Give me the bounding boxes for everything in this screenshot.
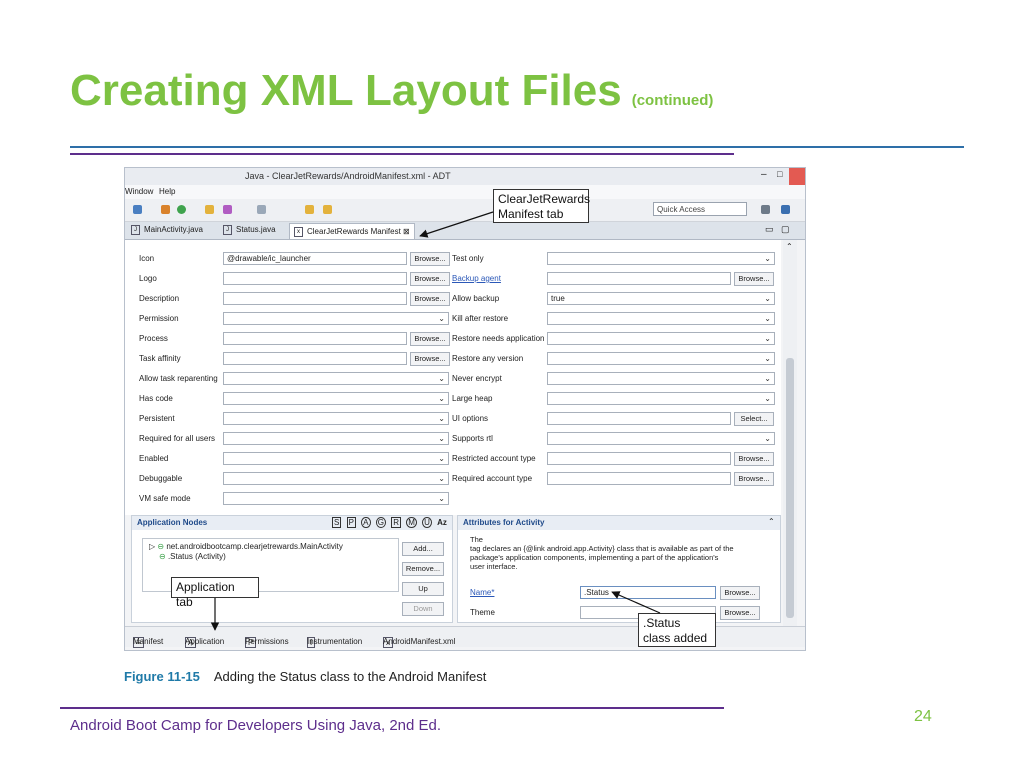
figure-caption-text: Adding the Status class to the Android M… — [213, 669, 487, 684]
figure-caption: Figure 11-15 Adding the Status class to t… — [124, 669, 486, 684]
arrow-to-manifest-tab — [419, 211, 494, 238]
page-number: 24 — [914, 708, 932, 725]
arrow-to-status-field — [611, 591, 661, 614]
footer-rule — [60, 707, 724, 709]
callout-arrows — [210, 211, 661, 631]
footer-text: Android Boot Camp for Developers Using J… — [70, 717, 442, 734]
figure-number: Figure 11-15 — [124, 669, 200, 684]
